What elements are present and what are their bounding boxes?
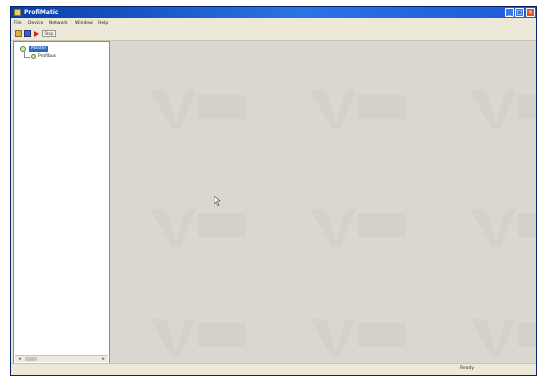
- title-bar[interactable]: ProfiMatic _ □ ×: [11, 7, 536, 18]
- vendor-logo-watermark: [460, 311, 536, 361]
- status-text: Ready: [460, 366, 474, 371]
- scroll-left-icon[interactable]: ◂: [16, 356, 23, 362]
- window-title: ProfiMatic: [24, 9, 59, 16]
- close-button[interactable]: ×: [526, 8, 535, 17]
- app-icon: [14, 9, 21, 16]
- menu-window[interactable]: Window: [75, 20, 93, 27]
- mouse-cursor-icon: [213, 195, 222, 207]
- menu-bar: File Device Network Window Help: [11, 19, 536, 28]
- stop-button[interactable]: Stop: [42, 30, 56, 37]
- network-node-icon: [20, 46, 26, 52]
- tree-node-label: Master: [29, 46, 49, 52]
- tree-node-label: Profibus: [38, 54, 57, 59]
- menu-network[interactable]: Network: [49, 20, 68, 27]
- save-disk-icon[interactable]: [24, 30, 31, 37]
- workspace-area[interactable]: [110, 41, 536, 364]
- folder-open-icon[interactable]: [15, 30, 22, 37]
- app-window: ProfiMatic _ □ × File Device Network Win…: [10, 6, 537, 376]
- play-icon[interactable]: [34, 31, 39, 37]
- minimize-button[interactable]: _: [505, 8, 514, 17]
- vendor-logo-watermark: [140, 201, 250, 251]
- tree-connector: [24, 57, 30, 58]
- vendor-logo-watermark: [140, 311, 250, 361]
- scroll-right-icon[interactable]: ▸: [100, 356, 107, 362]
- tree-horizontal-scrollbar[interactable]: ◂ ▸: [15, 355, 108, 362]
- project-tree-panel: Master Profibus ◂ ▸: [13, 41, 110, 364]
- toolbar: Stop: [11, 28, 536, 41]
- vendor-logo-watermark: [140, 83, 250, 133]
- vendor-logo-watermark: [460, 83, 536, 133]
- bus-node-icon: [31, 54, 36, 59]
- vendor-logo-watermark: [300, 311, 410, 361]
- vendor-logo-watermark: [300, 201, 410, 251]
- status-bar: Ready: [11, 363, 536, 375]
- vendor-logo-watermark: [460, 201, 536, 251]
- menu-device[interactable]: Device: [28, 20, 43, 27]
- maximize-button[interactable]: □: [515, 8, 524, 17]
- vendor-logo-watermark: [300, 83, 410, 133]
- menu-help[interactable]: Help: [98, 20, 108, 27]
- scroll-thumb[interactable]: [25, 357, 37, 361]
- menu-file[interactable]: File: [14, 20, 22, 27]
